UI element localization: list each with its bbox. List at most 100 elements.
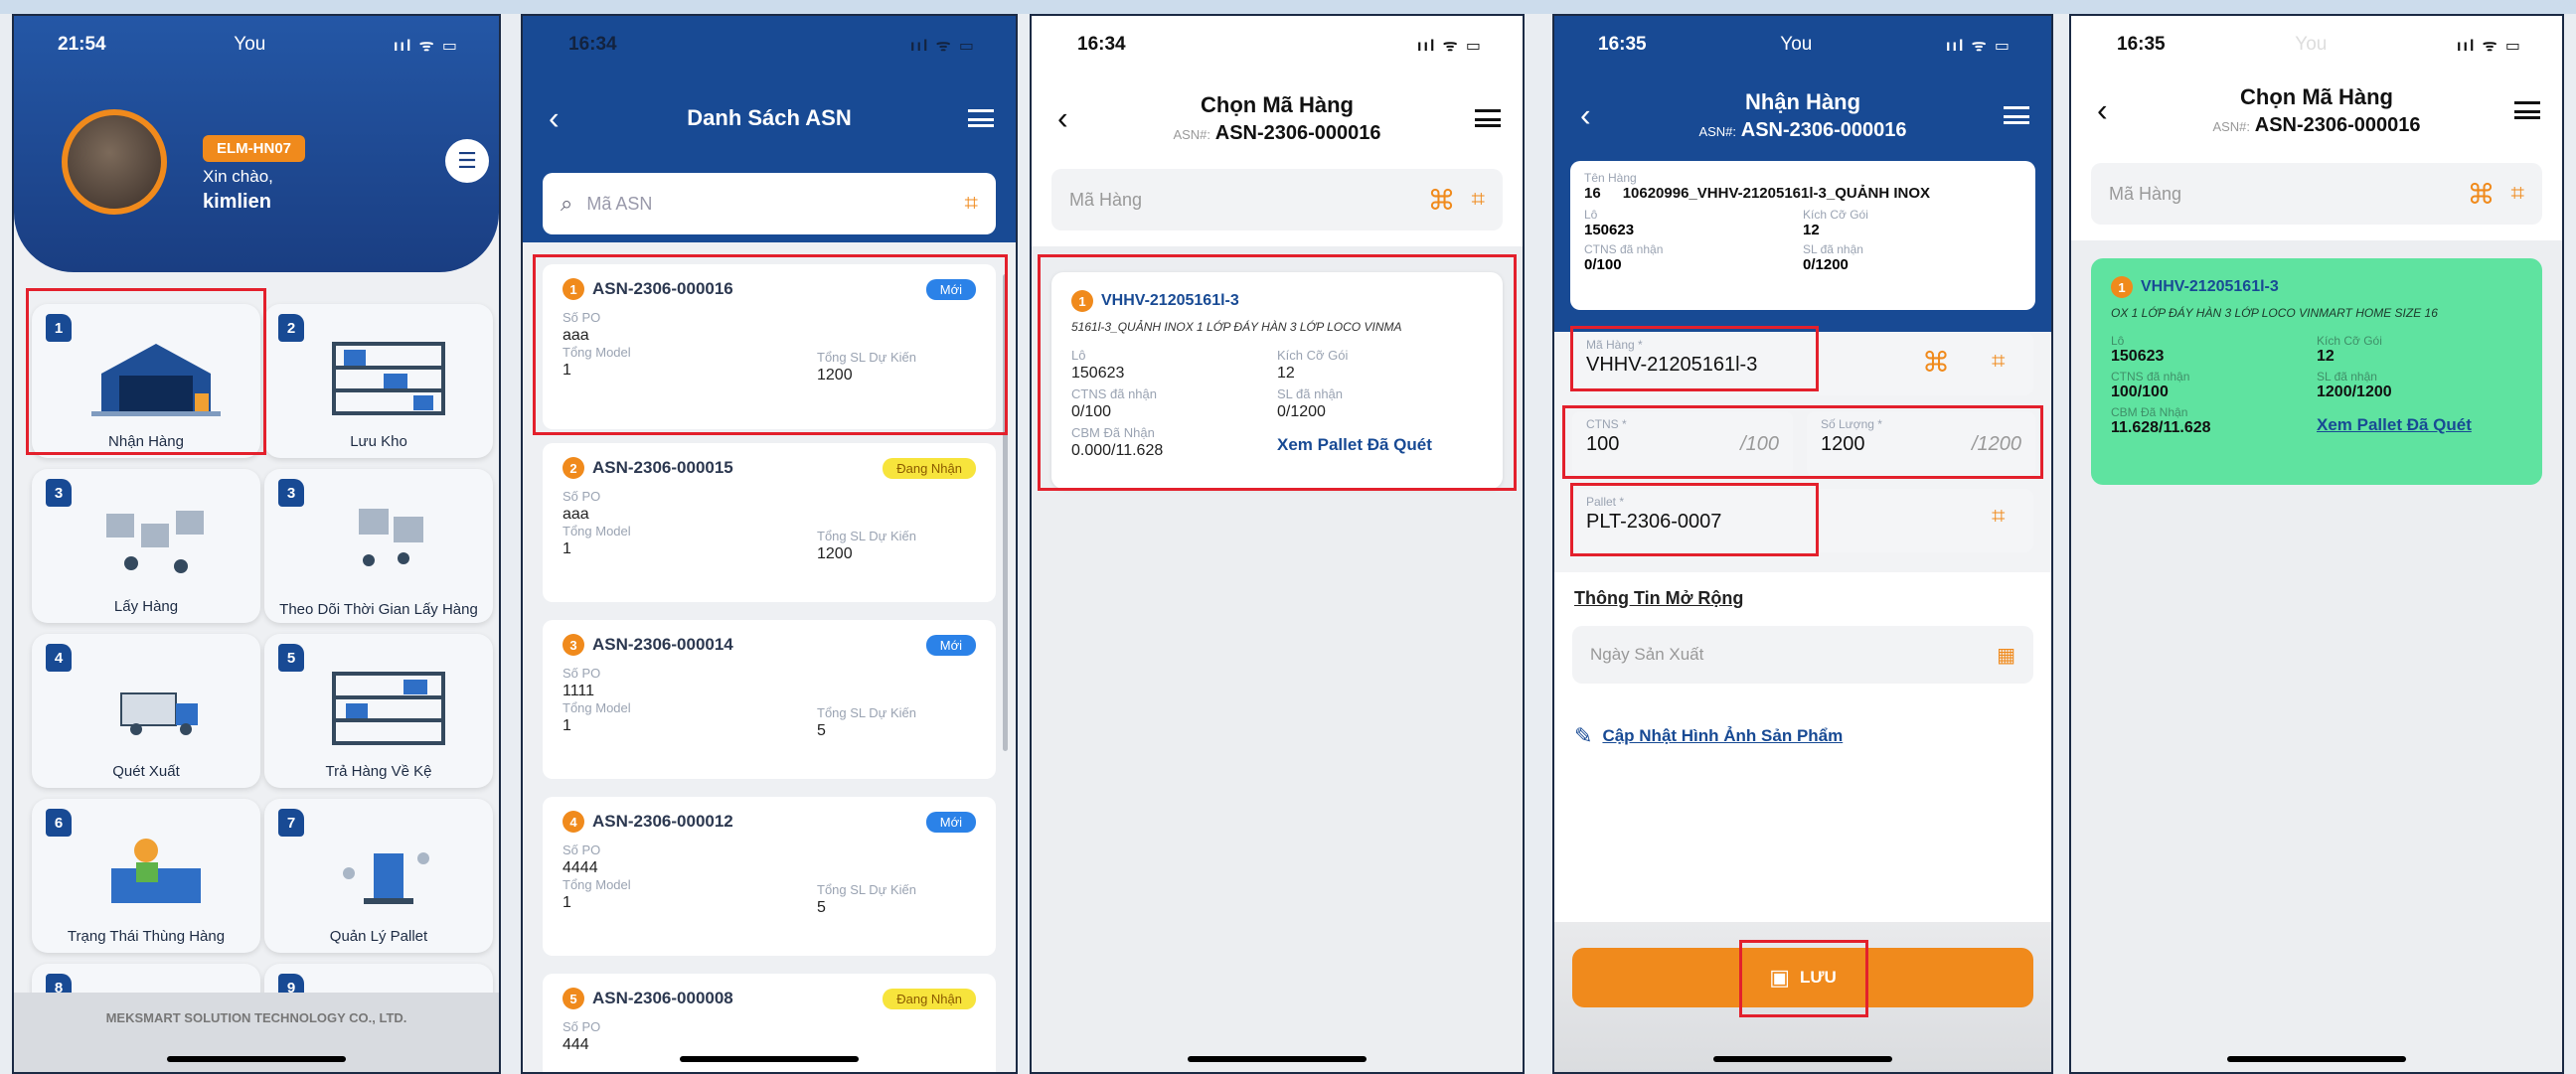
menu-icon[interactable] (968, 109, 994, 127)
tile-number: 3 (278, 479, 304, 507)
truck-icon (120, 692, 198, 735)
menu-icon[interactable] (1475, 109, 1501, 127)
model-value: 1 (563, 717, 571, 734)
list-icon[interactable]: ☰ (445, 139, 489, 183)
code-placeholder: Mã Hàng (2109, 183, 2182, 204)
carrier-label: You (2295, 34, 2328, 55)
highlight-box (533, 254, 1008, 435)
tile-return-shelf[interactable]: 5 Trả Hàng Về Kệ (264, 634, 493, 788)
store-badge: ELM-HN07 (203, 135, 306, 162)
page-title: Danh Sách ASN (687, 105, 852, 130)
picking-icon (106, 511, 204, 573)
asn-number: ASN-2306-000016 (1740, 118, 1907, 141)
cbm-value: 11.628/11.628 (2111, 419, 2211, 436)
po-label: Số PO (563, 666, 601, 681)
page-header: ‹ Danh Sách ASN (523, 74, 1016, 163)
scan-icon[interactable]: ⌗ (2510, 180, 2524, 208)
status-time: 16:35 (1598, 34, 1647, 55)
status-badge: Đang Nhận (883, 988, 976, 1009)
status-bar: 16:34 ııl ᯤ ▭ (523, 16, 1016, 74)
lot-label: Lô (2111, 334, 2125, 348)
scan-icon[interactable]: ⌗ (1992, 348, 2006, 376)
edit-image-icon: ✎ (1574, 723, 1593, 748)
avatar[interactable] (62, 109, 167, 215)
status-bar: 16:34 ııl ᯤ ▭ (1032, 16, 1523, 74)
list-item[interactable]: 3 ASN-2306-000014 Mới Số PO 1111 Tổng Model 1… (543, 620, 996, 779)
back-icon[interactable]: ‹ (1057, 100, 1068, 137)
po-label: Số PO (563, 843, 601, 857)
tile-label: Theo Dõi Thời Gian Lấy Hàng (279, 601, 478, 618)
view-pallet-link[interactable]: Xem Pallet Đã Quét (2317, 415, 2522, 435)
item-card-complete[interactable]: 1 VHHV-21205161l-3 OX 1 LỚP ĐÁY HÀN 3 LỚP… (2091, 258, 2542, 485)
phone-receive: 16:35 You ııl ᯤ ▭ ‹ Nhận Hàng ASN#: ASN-… (1552, 14, 2053, 1074)
home-indicator (680, 1056, 859, 1062)
model-value: 1 (563, 894, 571, 911)
calendar-icon[interactable]: ▦ (1997, 643, 2015, 668)
tile-storage[interactable]: 2 Lưu Kho (264, 304, 493, 458)
ctns-value: 100/100 (2111, 384, 2169, 400)
qty-label: SL đã nhận (1803, 242, 1863, 256)
po-label: Số PO (563, 1019, 601, 1034)
item-info-card: Tên Hàng 16 10620996_VHHV-21205161l-3_QUẢ… (1570, 161, 2035, 310)
back-icon[interactable]: ‹ (2097, 92, 2108, 129)
status-icons: ııl ᯤ ▭ (910, 38, 976, 55)
update-image-row[interactable]: ✎ Cập Nhật Hình Ảnh Sản Phẩm (1574, 723, 1843, 749)
status-time: 21:54 (58, 34, 106, 55)
back-icon[interactable]: ‹ (549, 100, 560, 137)
status-badge: Đang Nhận (883, 457, 976, 479)
tile-label: Quét Xuất (112, 763, 180, 780)
item-code-input[interactable]: Mã Hàng ⌘ ⌗ (2091, 163, 2542, 225)
ctns-label: CTNS đã nhận (2111, 370, 2190, 384)
page-title: Chọn Mã Hàng (2240, 83, 2393, 109)
mfg-date-input[interactable]: Ngày Sản Xuất ▦ (1572, 626, 2033, 684)
barcode-icon[interactable]: ⌘ (2467, 178, 2495, 211)
menu-icon[interactable] (2514, 101, 2540, 119)
highlight-box (1038, 254, 1517, 491)
scan-icon[interactable]: ⌗ (964, 190, 978, 218)
search-icon: ⌕ (561, 191, 573, 216)
tile-number: 5 (278, 644, 304, 672)
tile-pallet-mgmt[interactable]: 7 Quản Lý Pallet (264, 799, 493, 953)
tile-number: 7 (278, 809, 304, 837)
tile-pick-time[interactable]: 3 Theo Dõi Thời Gian Lấy Hàng (264, 469, 493, 623)
index-badge: 2 (563, 457, 584, 479)
model-label: Tổng Model (563, 524, 631, 538)
tile-box-status[interactable]: 6 Trạng Thái Thùng Hàng (32, 799, 260, 953)
index-badge: 3 (563, 634, 584, 656)
tile-scan-out[interactable]: 4 Quét Xuất (32, 634, 260, 788)
po-value: aaa (563, 506, 589, 523)
mfg-placeholder: Ngày Sản Xuất (1590, 645, 1704, 664)
status-time: 16:34 (1077, 34, 1126, 55)
scan-icon[interactable]: ⌗ (1471, 186, 1485, 214)
item-code-input[interactable]: Mã Hàng ⌘ ⌗ (1051, 169, 1503, 230)
menu-icon[interactable] (2004, 106, 2029, 124)
index-badge: 5 (563, 988, 584, 1009)
status-icons: ııl ᯤ ▭ (2457, 38, 2522, 55)
phone-home: 21:54 You ııl ᯤ ▭ ELM-HN07 Xin chào, kim… (12, 14, 501, 1074)
tile-picking[interactable]: 3 Lấy Hàng (32, 469, 260, 623)
phone-choose-item-done: 16:35 You ııl ᯤ ▭ ‹ Chọn Mã Hàng ASN#: A… (2069, 14, 2564, 1074)
home-indicator (2227, 1056, 2406, 1062)
barcode-icon[interactable]: ⌘ (1922, 346, 1950, 379)
code-placeholder: Mã Hàng (1069, 189, 1143, 210)
highlight-box (1739, 940, 1868, 1017)
list-item[interactable]: 4 ASN-2306-000012 Mới Số PO 4444 Tổng Model 1… (543, 797, 996, 956)
list-item[interactable]: 2 ASN-2306-000015 Đang Nhận Số PO aaa Tổng M… (543, 443, 996, 602)
tile-label: Trả Hàng Về Kệ (325, 763, 432, 780)
status-icons: ııl ᯤ ▭ (394, 38, 459, 55)
search-placeholder: Mã ASN (586, 193, 653, 214)
scan-icon[interactable]: ⌗ (1992, 503, 2006, 531)
search-input[interactable]: ⌕ Mã ASN ⌗ (543, 173, 996, 234)
tile-label: Quản Lý Pallet (329, 928, 428, 945)
expected-value: 5 (817, 899, 826, 916)
name-label: Tên Hàng (1584, 171, 1637, 185)
carrier-label: You (234, 34, 266, 55)
barcode-icon[interactable]: ⌘ (1427, 184, 1455, 217)
update-image-link[interactable]: Cập Nhật Hình Ảnh Sản Phẩm (1602, 726, 1843, 746)
asn-id: ASN-2306-000012 (592, 812, 733, 831)
po-value: 444 (563, 1036, 589, 1053)
lot-value: 150623 (2111, 348, 2165, 365)
back-icon[interactable]: ‹ (1580, 97, 1591, 134)
name-number: 16 (1584, 185, 1601, 202)
extended-info-title: Thông Tin Mở Rộng (1574, 588, 1744, 608)
